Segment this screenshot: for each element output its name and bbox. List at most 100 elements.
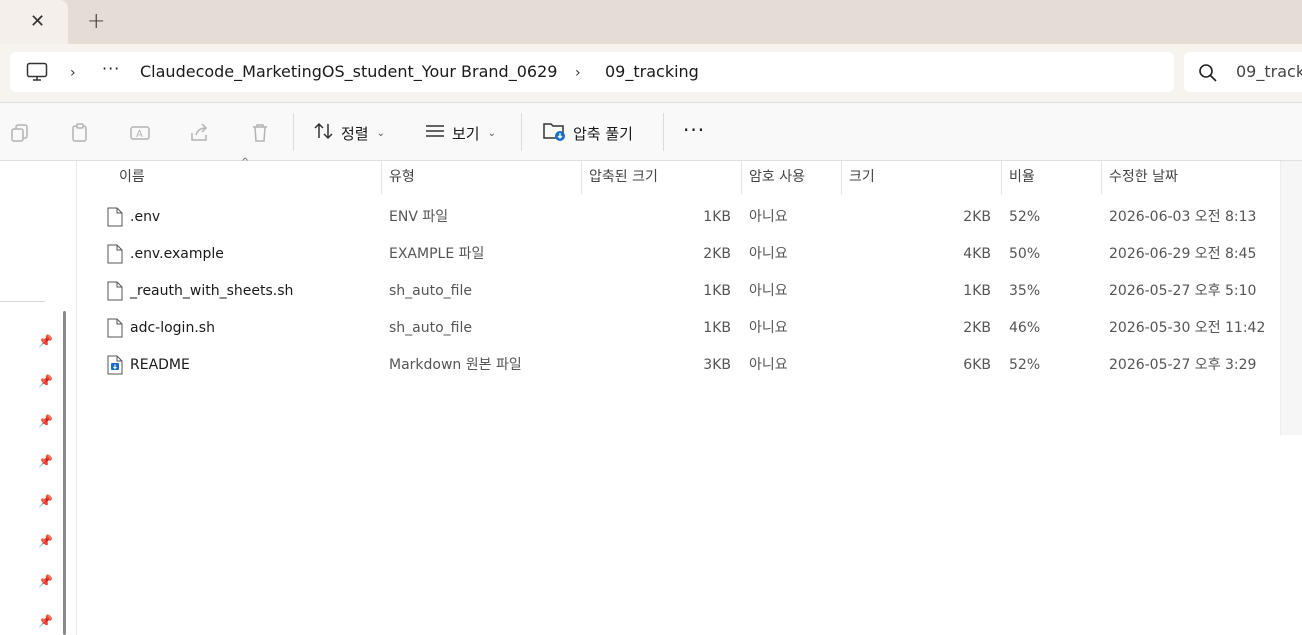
file-name: .env.example bbox=[130, 246, 224, 262]
file-ratio: 50% bbox=[1009, 246, 1041, 262]
column-header-type[interactable]: 유형 bbox=[381, 161, 581, 194]
command-bar: A 정렬 ⌄ 보기 ⌄ 압축 풀기 bbox=[0, 102, 1302, 161]
table-row[interactable]: _reauth_with_sheets.sh sh_auto_file 1KB … bbox=[77, 273, 1281, 310]
file-type: Markdown 원본 파일 bbox=[389, 357, 522, 373]
file-type: EXAMPLE 파일 bbox=[389, 246, 485, 262]
pin-icon[interactable]: 📌 bbox=[38, 454, 53, 468]
navigation-pane: 📌 📌 📌 📌 📌 📌 📌 📌 bbox=[0, 161, 74, 635]
breadcrumb-item-current[interactable]: 09_tracking bbox=[605, 63, 699, 81]
file-name: _reauth_with_sheets.sh bbox=[130, 283, 294, 299]
column-header-compressed-size[interactable]: 압축된 크기 bbox=[581, 161, 741, 194]
delete-icon[interactable] bbox=[250, 123, 270, 147]
new-tab-button[interactable]: + bbox=[87, 10, 105, 34]
extract-label: 압축 풀기 bbox=[573, 124, 633, 143]
file-icon bbox=[107, 207, 123, 231]
file-type: ENV 파일 bbox=[389, 209, 449, 225]
file-name: adc-login.sh bbox=[130, 320, 215, 336]
file-password: 아니요 bbox=[749, 209, 788, 225]
file-size: 6KB bbox=[963, 357, 991, 373]
chevron-down-icon: ⌄ bbox=[376, 127, 385, 139]
file-ratio: 46% bbox=[1009, 320, 1041, 336]
file-size: 2KB bbox=[963, 209, 991, 225]
file-icon bbox=[107, 281, 123, 305]
active-tab[interactable]: ✕ bbox=[0, 0, 68, 44]
address-bar[interactable]: › ··· Claudecode_MarketingOS_student_You… bbox=[10, 52, 1174, 92]
sidebar-scrollbar[interactable] bbox=[63, 311, 66, 635]
share-icon[interactable] bbox=[190, 123, 210, 147]
column-header-ratio[interactable]: 비율 bbox=[1001, 161, 1101, 194]
file-date-modified: 2026-05-30 오전 11:42 bbox=[1109, 320, 1266, 336]
table-row[interactable]: .env ENV 파일 1KB 아니요 2KB 52% 2026-06-03 오… bbox=[77, 199, 1281, 236]
file-list: 이름 ^ 유형 압축된 크기 암호 사용 크기 비율 수정한 날짜 .env E… bbox=[76, 157, 1281, 635]
sort-ascending-icon: ^ bbox=[241, 157, 250, 168]
content-scrollbar-track[interactable] bbox=[1280, 161, 1302, 435]
tab-bar: ✕ + bbox=[0, 0, 1302, 44]
file-password: 아니요 bbox=[749, 283, 788, 299]
sort-icon bbox=[313, 121, 335, 145]
copy-icon[interactable] bbox=[10, 123, 30, 147]
sort-button[interactable]: 정렬 ⌄ bbox=[313, 121, 385, 145]
toolbar-separator bbox=[293, 113, 294, 151]
file-password: 아니요 bbox=[749, 320, 788, 336]
file-name: README bbox=[130, 357, 190, 373]
file-ratio: 52% bbox=[1009, 357, 1041, 373]
file-ratio: 35% bbox=[1009, 283, 1041, 299]
svg-text:A: A bbox=[136, 129, 143, 140]
file-date-modified: 2026-05-27 오후 3:29 bbox=[1109, 357, 1257, 373]
breadcrumb-chevron-icon[interactable]: › bbox=[575, 65, 581, 81]
search-box[interactable]: 09_track bbox=[1184, 52, 1302, 92]
breadcrumb-item-parent[interactable]: Claudecode_MarketingOS_student_Your Bran… bbox=[140, 63, 557, 81]
column-header-password[interactable]: 암호 사용 bbox=[741, 161, 841, 194]
file-password: 아니요 bbox=[749, 357, 788, 373]
paste-icon[interactable] bbox=[70, 123, 90, 147]
file-size: 4KB bbox=[963, 246, 991, 262]
file-ratio: 52% bbox=[1009, 209, 1041, 225]
file-compressed-size: 1KB bbox=[703, 320, 731, 336]
pin-icon[interactable]: 📌 bbox=[38, 374, 53, 388]
view-list-icon bbox=[424, 121, 446, 145]
view-label: 보기 bbox=[452, 124, 480, 143]
file-compressed-size: 3KB bbox=[703, 357, 731, 373]
more-options-button[interactable]: ··· bbox=[683, 118, 705, 142]
column-header-date-modified[interactable]: 수정한 날짜 bbox=[1101, 161, 1281, 194]
breadcrumb-chevron-icon[interactable]: › bbox=[70, 65, 76, 81]
pin-icon[interactable]: 📌 bbox=[38, 414, 53, 428]
file-type: sh_auto_file bbox=[389, 283, 472, 299]
search-icon bbox=[1198, 63, 1218, 87]
sort-label: 정렬 bbox=[341, 124, 369, 143]
rename-icon[interactable]: A bbox=[130, 123, 150, 147]
pin-icon[interactable]: 📌 bbox=[38, 334, 53, 348]
file-type: sh_auto_file bbox=[389, 320, 472, 336]
extract-folder-icon bbox=[543, 120, 567, 146]
file-name: .env bbox=[130, 209, 161, 225]
markdown-file-icon bbox=[107, 355, 123, 379]
file-password: 아니요 bbox=[749, 246, 788, 262]
extract-all-button[interactable]: 압축 풀기 bbox=[543, 121, 633, 145]
close-tab-icon[interactable]: ✕ bbox=[30, 12, 45, 32]
view-button[interactable]: 보기 ⌄ bbox=[424, 121, 496, 145]
file-size: 2KB bbox=[963, 320, 991, 336]
pin-icon[interactable]: 📌 bbox=[38, 534, 53, 548]
breadcrumb-more-button[interactable]: ··· bbox=[102, 60, 120, 78]
file-compressed-size: 1KB bbox=[703, 209, 731, 225]
toolbar-separator bbox=[663, 113, 664, 151]
this-pc-icon[interactable] bbox=[26, 62, 48, 86]
pin-icon[interactable]: 📌 bbox=[38, 574, 53, 588]
file-icon bbox=[107, 318, 123, 342]
file-date-modified: 2026-06-29 오전 8:45 bbox=[1109, 246, 1257, 262]
pin-icon[interactable]: 📌 bbox=[38, 494, 53, 508]
pin-icon[interactable]: 📌 bbox=[38, 614, 53, 628]
table-row[interactable]: adc-login.sh sh_auto_file 1KB 아니요 2KB 46… bbox=[77, 310, 1281, 347]
chevron-down-icon: ⌄ bbox=[487, 127, 496, 139]
address-row: › ··· Claudecode_MarketingOS_student_You… bbox=[0, 44, 1302, 102]
sidebar-divider bbox=[0, 301, 45, 302]
file-date-modified: 2026-05-27 오후 5:10 bbox=[1109, 283, 1257, 299]
table-row[interactable]: .env.example EXAMPLE 파일 2KB 아니요 4KB 50% … bbox=[77, 236, 1281, 273]
table-row[interactable]: README Markdown 원본 파일 3KB 아니요 6KB 52% 20… bbox=[77, 347, 1281, 384]
file-icon bbox=[107, 244, 123, 268]
search-input[interactable]: 09_track bbox=[1236, 63, 1302, 81]
column-header-size[interactable]: 크기 bbox=[841, 161, 1001, 194]
file-compressed-size: 1KB bbox=[703, 283, 731, 299]
file-size: 1KB bbox=[963, 283, 991, 299]
toolbar-separator bbox=[521, 113, 522, 151]
